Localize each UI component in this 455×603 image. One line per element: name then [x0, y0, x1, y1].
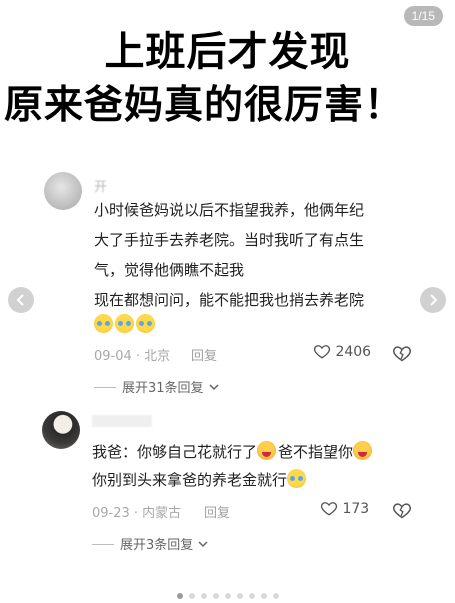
- expand-replies-label: 展开3条回复: [120, 538, 194, 553]
- comment-username[interactable]: 开: [94, 176, 107, 195]
- divider-dash: [92, 544, 114, 545]
- pagination-dot[interactable]: [200, 593, 207, 599]
- heart-icon: [320, 502, 338, 516]
- comment-text-line: 你别到头来拿爸的养老金就行: [92, 469, 308, 491]
- crying-laughing-emoji: [94, 314, 113, 333]
- pagination-dot[interactable]: [176, 593, 183, 599]
- pagination-dot[interactable]: [260, 593, 267, 599]
- comment-text-part: 爸不指望你: [278, 443, 354, 461]
- comment-text-part: 你别到头来拿爸的养老金就行: [92, 471, 288, 489]
- headline-line-2: 原来爸妈真的很厉害！: [4, 83, 405, 128]
- avatar[interactable]: [44, 172, 82, 210]
- pagination-dot[interactable]: [224, 593, 231, 599]
- comment-username[interactable]: [92, 415, 152, 427]
- comment-text-line: 大了手拉手去养老院。当时我听了有点生: [94, 231, 365, 249]
- chevron-left-icon: [16, 294, 24, 306]
- avatar[interactable]: [42, 411, 80, 449]
- comment-meta: 09-04 · 北京: [94, 349, 171, 364]
- pagination-dot[interactable]: [248, 593, 255, 599]
- divider-dash: [94, 387, 116, 388]
- pagination-dot[interactable]: [272, 593, 279, 599]
- broken-heart-icon: [393, 346, 411, 362]
- crying-laughing-emoji: [287, 469, 307, 488]
- comment-text-line: 现在都想问问，能不能把我也捎去养老院: [94, 291, 365, 309]
- like-count: 2406: [335, 344, 372, 360]
- pagination-dot[interactable]: [188, 593, 195, 599]
- reply-button[interactable]: 回复: [191, 345, 217, 364]
- expand-replies-label: 展开31条回复: [122, 381, 204, 396]
- pagination-dot[interactable]: [236, 593, 243, 599]
- reply-button[interactable]: 回复: [204, 502, 230, 521]
- comment-text-line: 小时候爸妈说以后不指望我养，他俩年纪: [94, 201, 365, 219]
- dislike-button[interactable]: [392, 343, 412, 363]
- chevron-down-icon: [209, 384, 219, 391]
- chevron-right-icon: [430, 294, 438, 306]
- comment-text-part: 我爸：你够自己花就行了: [92, 443, 258, 461]
- expand-replies-button[interactable]: 展开31条回复: [94, 377, 220, 396]
- crying-laughing-emoji: [115, 314, 134, 333]
- crying-laughing-emoji: [136, 314, 155, 333]
- heart-icon: [313, 345, 331, 359]
- dislike-button[interactable]: [392, 500, 412, 520]
- like-button[interactable]: 2406: [313, 342, 371, 360]
- prev-slide-button[interactable]: [8, 287, 34, 313]
- like-button[interactable]: 173: [320, 499, 369, 517]
- expand-replies-button[interactable]: 展开3条回复: [92, 534, 209, 553]
- headline-line-1: 上班后才发现: [104, 29, 351, 75]
- comment-text-line: 气，觉得他俩瞧不起我: [94, 261, 245, 279]
- emoji-row: [94, 314, 157, 336]
- chevron-down-icon: [198, 541, 208, 548]
- comment-meta: 09-23 · 内蒙古: [92, 506, 182, 521]
- angry-face-emoji: [353, 441, 373, 460]
- angry-face-emoji: [257, 441, 277, 460]
- like-count: 173: [342, 501, 370, 517]
- pagination-dot[interactable]: [212, 593, 219, 599]
- page-counter: 1/15: [403, 6, 443, 26]
- next-slide-button[interactable]: [420, 287, 446, 313]
- pagination-dots: [0, 584, 455, 603]
- comment-text-line: 我爸：你够自己花就行了 爸不指望你: [92, 441, 374, 463]
- broken-heart-icon: [393, 503, 411, 519]
